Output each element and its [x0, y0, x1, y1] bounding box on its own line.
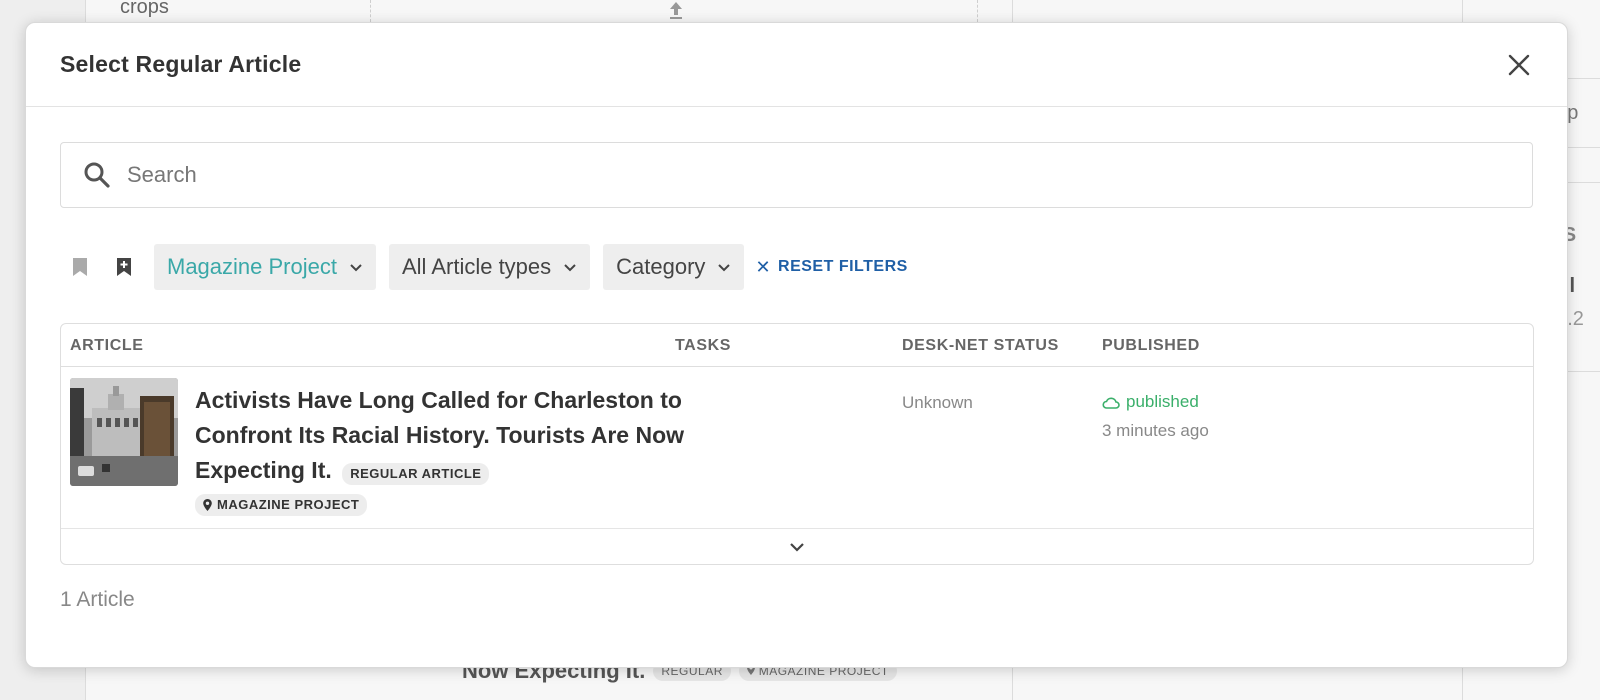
column-header-published[interactable]: PUBLISHED — [1102, 337, 1200, 355]
chevron-down-icon — [349, 263, 363, 272]
bookmark-add-icon — [117, 258, 131, 276]
article-thumbnail — [70, 378, 178, 486]
bg-crops-label: crops — [120, 0, 169, 18]
article-types-dropdown[interactable]: All Article types — [388, 244, 591, 290]
category-label: Category — [616, 254, 706, 279]
modal-title: Select Regular Article — [60, 51, 302, 77]
close-icon: ✕ — [755, 256, 772, 277]
project-filter-dropdown[interactable]: Magazine Project — [154, 244, 376, 290]
add-bookmark-button[interactable] — [104, 247, 144, 287]
bookmark-button[interactable] — [60, 247, 100, 287]
search-icon — [84, 162, 110, 188]
expand-button[interactable] — [61, 529, 1533, 564]
column-header-status[interactable]: DESK-NET STATUS — [902, 337, 1059, 355]
chevron-down-icon — [717, 263, 731, 272]
cloud-icon — [1102, 397, 1120, 409]
reset-filters-label: RESET FILTERS — [778, 258, 908, 275]
location-badge-label: MAGAZINE PROJECT — [217, 497, 360, 512]
column-header-tasks[interactable]: TASKS — [675, 337, 731, 355]
modal-header: Select Regular Article — [26, 23, 1567, 107]
article-types-label: All Article types — [401, 254, 552, 279]
column-header-article[interactable]: ARTICLE — [70, 337, 144, 355]
category-dropdown[interactable]: Category — [603, 244, 745, 290]
filter-bar: Magazine Project All Article types Categ… — [60, 243, 908, 291]
article-title-block: Activists Have Long Called for Charlesto… — [195, 383, 685, 516]
bg-column-divider — [370, 0, 371, 22]
table-row[interactable]: Activists Have Long Called for Charlesto… — [61, 367, 1533, 529]
bg-column-divider — [977, 0, 978, 22]
desk-net-status: Unknown — [902, 393, 973, 412]
table-header: ARTICLE TASKS DESK-NET STATUS PUBLISHED — [61, 324, 1533, 367]
select-article-modal: Select Regular Article Magazine Projec — [25, 22, 1568, 668]
published-status: published — [1102, 392, 1199, 412]
article-count: 1 Article — [60, 588, 135, 611]
published-time: 3 minutes ago — [1102, 421, 1209, 440]
location-pin-icon — [203, 499, 212, 511]
search-box[interactable] — [60, 142, 1533, 208]
close-button[interactable] — [1505, 51, 1533, 79]
project-filter-label: Magazine Project — [167, 254, 337, 279]
location-badge: MAGAZINE PROJECT — [195, 494, 368, 516]
articles-table: ARTICLE TASKS DESK-NET STATUS PUBLISHED — [60, 323, 1534, 565]
bookmark-icon — [73, 258, 87, 276]
published-label: published — [1126, 392, 1199, 411]
reset-filters-button[interactable]: ✕ RESET FILTERS — [755, 257, 907, 278]
upload-icon — [670, 2, 682, 19]
chevron-down-icon — [563, 263, 577, 272]
article-type-badge: REGULAR ARTICLE — [342, 462, 490, 485]
search-input[interactable] — [127, 162, 1427, 188]
close-icon — [1508, 54, 1530, 75]
chevron-down-icon — [790, 543, 804, 552]
